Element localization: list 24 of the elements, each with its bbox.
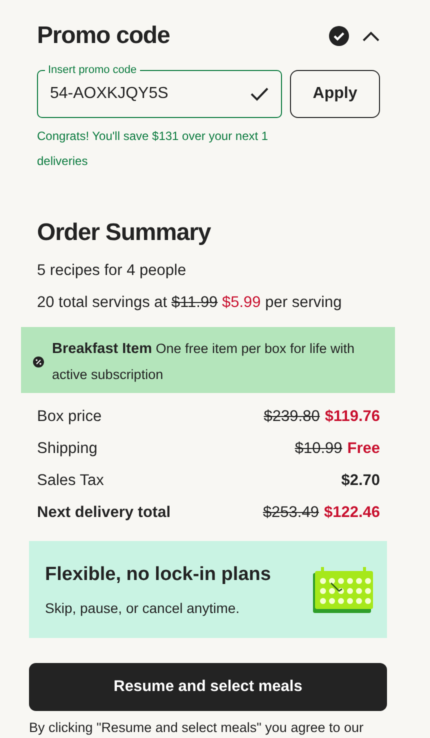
calendar-icon	[313, 566, 373, 612]
price-value: $239.80 $119.76	[264, 408, 380, 426]
resume-button[interactable]: Resume and select meals	[29, 663, 387, 711]
section-title: Order Summary	[37, 219, 212, 247]
percent-icon	[33, 354, 44, 368]
price-label: Next delivery total	[37, 504, 171, 522]
price-label: Sales Tax	[37, 472, 104, 490]
price-label: Shipping	[37, 440, 98, 458]
section-title: Promo code	[37, 22, 170, 50]
card-text: Skip, pause, or cancel anytime.	[45, 600, 241, 616]
check-circle-icon	[328, 25, 350, 47]
checkmark-icon	[250, 87, 269, 101]
success-message: Congrats! You'll save $131 over your next 1 deliveries	[37, 128, 270, 170]
price-value: $253.49 $122.46	[262, 504, 380, 522]
disclaimer-text: By clicking "Resume and select meals" you agree to our	[29, 720, 364, 735]
chevron-up-icon[interactable]	[362, 30, 380, 42]
price-value: $2.70	[341, 472, 380, 490]
card-title: Flexible, no lock-in plans	[45, 564, 271, 586]
recipes-text: 5 recipes for 4 people	[37, 261, 188, 281]
price-label: Box price	[37, 408, 102, 426]
price-value: $10.99 Free	[294, 440, 380, 458]
servings-text: 20 total servings at $11.99 $5.99 per serving	[37, 293, 343, 313]
apply-button[interactable]: Apply	[290, 70, 380, 118]
banner-text: Breakfast Item One free item per box for life with active subscription	[52, 340, 356, 384]
